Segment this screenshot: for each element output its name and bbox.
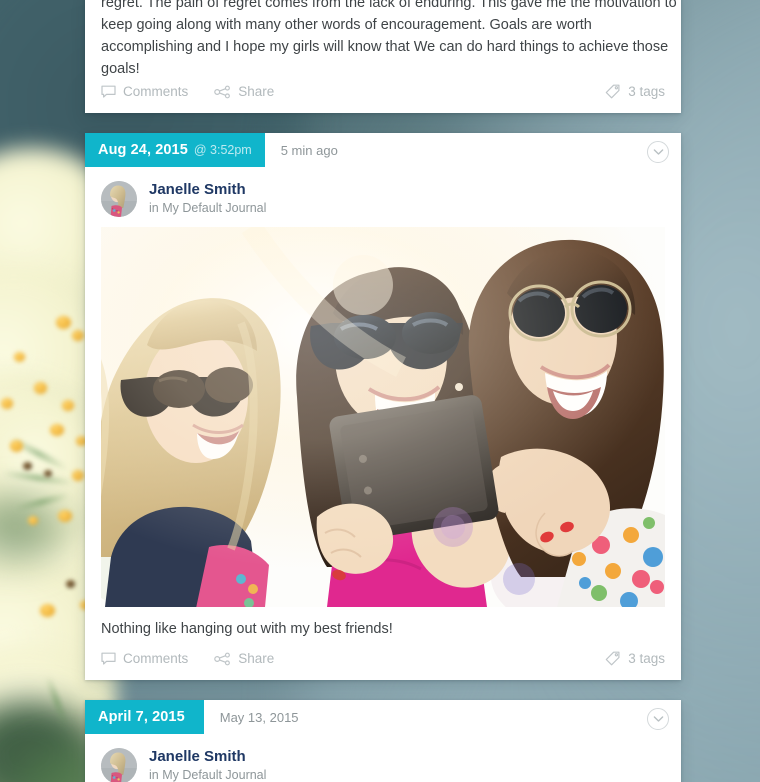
avatar[interactable] [101,748,137,782]
background-stamen [34,382,47,394]
entry-photo[interactable] [101,227,665,607]
entry-journal-name: in My Default Journal [149,768,267,782]
entry-author-meta: Janelle Smith in My Default Journal [149,748,266,782]
share-label: Share [238,651,275,666]
entry-date-badge[interactable]: April 7, 2015 [85,700,204,734]
entry-feed: regret. The pain of regret comes from th… [85,0,681,782]
entry-header: April 7, 2015 May 13, 2015 [85,700,681,734]
journal-entry-card: April 7, 2015 May 13, 2015 Janelle Smith… [85,700,681,782]
avatar[interactable] [101,181,137,217]
background-stamen [56,316,71,329]
tag-icon [605,84,621,99]
card-gap [85,113,681,133]
tags-button[interactable]: 3 tags [605,84,665,99]
comments-label: Comments [123,651,189,666]
background-stamen [72,470,84,481]
background-stamen [58,510,72,522]
share-label: Share [238,84,275,99]
entry-body-line: keep going along with many other words o… [101,17,592,33]
entry-body-line: accomplishing and I hope my girls will k… [101,39,669,55]
chevron-down-circle-icon [653,715,664,723]
share-button[interactable]: Share [214,84,274,99]
entry-body-line: goals! [101,61,140,77]
journal-entry-card: regret. The pain of regret comes from th… [85,0,681,113]
card-gap [85,680,681,700]
tags-button[interactable]: 3 tags [605,651,665,666]
tags-label: 3 tags [628,84,665,99]
entry-journal-name: in My Default Journal [149,201,267,216]
entry-footer: Comments Share 3 tags [85,647,681,680]
journal-entry-card: Aug 24, 2015 @ 3:52pm 5 min ago Janelle … [85,133,681,680]
entry-body-text: regret. The pain of regret comes from th… [85,0,681,80]
comments-label: Comments [123,84,189,99]
entry-header: Aug 24, 2015 @ 3:52pm 5 min ago [85,133,681,167]
entry-author-name: Janelle Smith [149,748,246,766]
speech-bubble-icon [101,652,116,666]
background-stamen [66,580,75,588]
entry-date-time: @ 3:52pm [193,143,252,157]
entry-collapse-toggle[interactable] [647,708,669,730]
background-stamen [10,440,23,452]
entry-date-main: Aug 24, 2015 [98,142,188,158]
share-nodes-icon [214,85,231,99]
background-stamen [1,398,13,409]
background-stamen [72,330,84,341]
user-avatar-photo [101,748,137,782]
entry-relative-time: May 13, 2015 [219,709,299,725]
background-stamen [44,470,52,477]
comments-button[interactable]: Comments [101,651,188,666]
journal-feed-page: regret. The pain of regret comes from th… [0,0,760,782]
selfie-photo-illustration [101,227,665,607]
entry-relative-time: 5 min ago [280,142,338,158]
share-button[interactable]: Share [214,651,274,666]
tag-icon [605,651,621,666]
chevron-down-circle-icon [653,148,664,156]
background-stamen [23,462,32,470]
entry-collapse-toggle[interactable] [647,141,669,163]
speech-bubble-icon [101,85,116,99]
entry-date-main: April 7, 2015 [98,709,185,725]
background-stamen [28,516,38,525]
entry-author-row[interactable]: Janelle Smith in My Default Journal [85,734,681,782]
background-stamen [50,424,64,436]
background-stamen [62,400,74,411]
tags-label: 3 tags [628,651,665,666]
background-stamen [14,352,25,362]
entry-author-name: Janelle Smith [149,181,246,199]
entry-photo-wrapper [85,227,681,607]
entry-footer: Comments Share 3 tags [85,80,681,113]
share-nodes-icon [214,652,231,666]
entry-caption: Nothing like hanging out with my best fr… [101,621,393,637]
comments-button[interactable]: Comments [101,84,188,99]
entry-author-meta: Janelle Smith in My Default Journal [149,181,266,216]
user-avatar-photo [101,181,137,217]
entry-body-line: regret. The pain of regret comes from th… [101,0,677,11]
background-stamen [40,604,55,617]
entry-date-badge[interactable]: Aug 24, 2015 @ 3:52pm [85,133,265,167]
entry-author-row[interactable]: Janelle Smith in My Default Journal [85,167,681,227]
